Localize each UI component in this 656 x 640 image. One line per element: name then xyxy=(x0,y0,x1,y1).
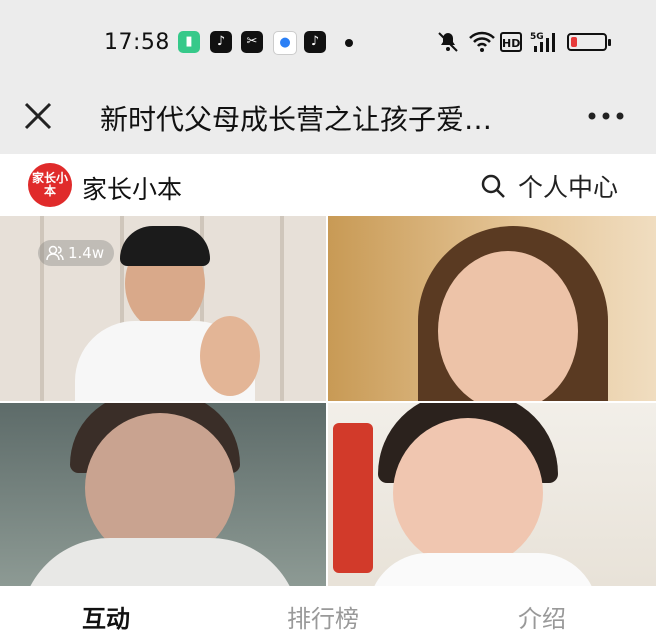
close-icon[interactable] xyxy=(18,96,58,136)
tab-ranking[interactable]: 排行榜 xyxy=(287,599,359,634)
status-time: 17:58 xyxy=(104,30,170,55)
viewer-count-badge: 1.4w xyxy=(38,240,115,266)
video-tile-guest-1[interactable] xyxy=(328,216,656,401)
mute-icon xyxy=(438,32,458,52)
status-bar: 17:58 ▮ ♪ ✂ ● ♪ HD 5G xyxy=(0,0,656,82)
viewer-count: 1.4w xyxy=(68,244,105,262)
battery-saver-app-icon: ▮ xyxy=(178,31,200,53)
video-tile-host[interactable]: 1.4w xyxy=(0,216,326,401)
page-title: 新时代父母成长营之让孩子爱… xyxy=(100,103,493,136)
personal-center-link[interactable]: 个人中心 xyxy=(518,168,618,204)
battery-level xyxy=(571,37,577,47)
signal-5g-icon: 5G xyxy=(530,32,555,52)
signal-label: 5G xyxy=(530,32,544,42)
hd-icon: HD xyxy=(500,32,522,52)
participant-face xyxy=(438,251,578,401)
video-tile-guest-2[interactable] xyxy=(0,403,326,586)
participant-hand xyxy=(200,316,260,396)
video-grid: 1.4w xyxy=(0,216,656,586)
brand-name: 家长小本 xyxy=(82,175,183,204)
bottom-tab-bar: 互动 排行榜 介绍 xyxy=(0,586,656,640)
participant-shirt xyxy=(368,553,598,586)
video-tile-guest-3[interactable] xyxy=(328,403,656,586)
capcut-icon: ✂ xyxy=(241,31,263,53)
circle-app-icon: ● xyxy=(273,31,297,55)
tab-interact[interactable]: 互动 xyxy=(82,599,130,634)
search-icon[interactable] xyxy=(479,172,507,200)
participant-hair xyxy=(120,226,210,266)
tiktok-icon: ♪ xyxy=(210,31,232,53)
app-header: 家长小本 家长小本 个人中心 xyxy=(0,154,656,216)
more-options-icon[interactable] xyxy=(582,96,630,136)
people-icon xyxy=(46,245,64,261)
dot-icon xyxy=(345,39,353,47)
brand-logo[interactable]: 家长小本 xyxy=(28,163,72,207)
wifi-icon xyxy=(469,31,495,52)
battery-low-icon xyxy=(567,33,611,51)
tab-introduction[interactable]: 介绍 xyxy=(518,599,566,634)
background-banner xyxy=(333,423,373,573)
participant-shirt xyxy=(20,538,300,586)
tiktok-icon: ♪ xyxy=(304,31,326,53)
title-bar: 新时代父母成长营之让孩子爱… xyxy=(0,82,656,154)
participant-face xyxy=(393,418,543,568)
